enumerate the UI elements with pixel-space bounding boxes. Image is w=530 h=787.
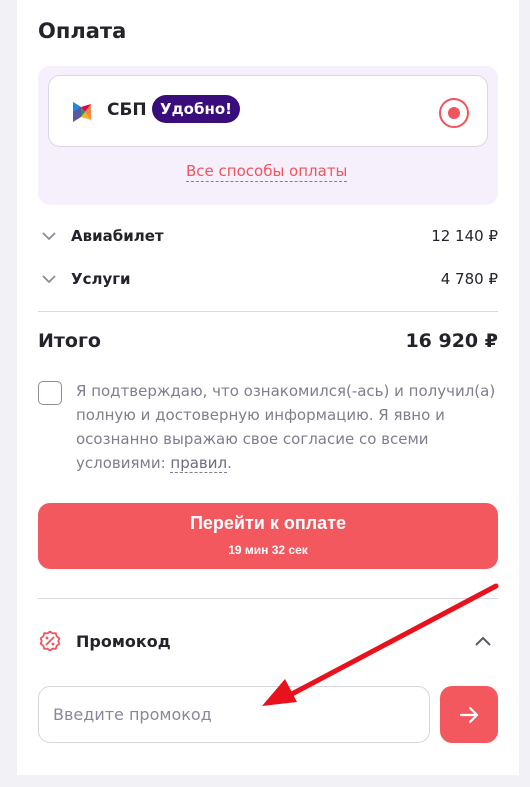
breakdown-label: Авиабилет: [71, 227, 164, 245]
payment-timer: 19 мин 32 сек: [228, 543, 308, 557]
consent-body: Я подтверждаю, что ознакомился(-ась) и п…: [76, 382, 496, 472]
proceed-to-payment-button[interactable]: Перейти к оплате 19 мин 32 сек: [38, 503, 498, 569]
breakdown-value: 12 140 ₽: [431, 227, 498, 245]
divider: [38, 598, 498, 599]
divider: [38, 311, 498, 312]
payment-title: Оплата: [38, 19, 127, 43]
rules-link[interactable]: правил: [170, 454, 228, 473]
chevron-up-icon[interactable]: [473, 632, 493, 650]
breakdown-label: Услуги: [71, 270, 131, 288]
breakdown-row-services[interactable]: Услуги 4 780 ₽: [38, 267, 498, 293]
discount-badge-icon: [39, 630, 61, 652]
sbp-logo-icon: [73, 102, 91, 122]
promo-title: Промокод: [76, 632, 171, 651]
chevron-down-icon: [42, 275, 56, 284]
payment-method-label: СБП: [107, 100, 147, 120]
chevron-down-icon: [42, 232, 56, 241]
total-label: Итого: [38, 330, 101, 352]
convenient-badge: Удобно!: [152, 95, 240, 123]
apply-promo-button[interactable]: [440, 686, 498, 743]
breakdown-row-ticket[interactable]: Авиабилет 12 140 ₽: [38, 224, 498, 250]
payment-card: Оплата СБП Удобно! Все способы оплаты Ав…: [17, 0, 519, 775]
payment-methods-box: СБП Удобно! Все способы оплаты: [38, 66, 498, 205]
payment-radio-selected[interactable]: [439, 98, 469, 128]
radio-dot: [448, 107, 460, 119]
arrow-right-icon: [459, 706, 479, 724]
consent-checkbox[interactable]: [38, 381, 62, 405]
all-payment-methods-link[interactable]: Все способы оплаты: [186, 162, 348, 182]
consent-suffix: .: [227, 454, 232, 472]
consent-text: Я подтверждаю, что ознакомился(-ась) и п…: [76, 379, 506, 475]
pay-button-label: Перейти к оплате: [189, 513, 347, 533]
total-value: 16 920 ₽: [405, 330, 498, 352]
payment-option-sbp[interactable]: СБП Удобно!: [48, 75, 488, 147]
breakdown-value: 4 780 ₽: [440, 270, 498, 288]
promo-code-input[interactable]: [38, 686, 430, 743]
